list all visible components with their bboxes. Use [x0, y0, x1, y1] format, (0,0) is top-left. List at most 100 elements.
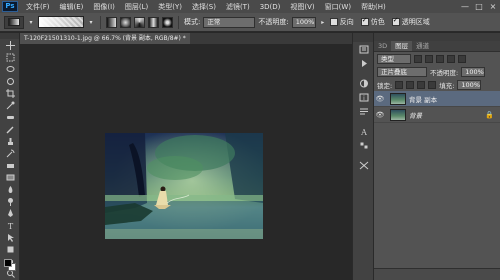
pixel-filter-icon[interactable]: [414, 54, 422, 63]
play-icon: [362, 59, 367, 67]
menu-help[interactable]: 帮助(H): [356, 2, 391, 12]
dodge-tool[interactable]: [0, 195, 20, 207]
paragraph-panel-button[interactable]: [353, 104, 375, 118]
minimize-button[interactable]: —: [458, 1, 472, 13]
fill-label: 填充:: [439, 81, 455, 90]
reverse-option[interactable]: 反向: [329, 17, 354, 27]
type-tool[interactable]: T: [0, 219, 20, 231]
healing-tool[interactable]: [0, 111, 20, 123]
menu-select[interactable]: 选择(S): [187, 2, 221, 12]
crop-tool[interactable]: [0, 87, 20, 99]
layer-row-background[interactable]: 👁 背景 🔒: [374, 107, 500, 123]
gradient-icon: [6, 174, 14, 180]
radial-gradient-button[interactable]: [120, 16, 131, 28]
document-image[interactable]: [105, 133, 263, 239]
foreground-color-swatch[interactable]: [4, 259, 12, 267]
panel-header-bar[interactable]: [374, 33, 500, 41]
fill-input[interactable]: 100%: [457, 79, 482, 90]
blur-icon: [8, 185, 12, 193]
visibility-eye-icon[interactable]: 👁: [374, 95, 386, 103]
maximize-button[interactable]: □: [472, 1, 486, 13]
eyedropper-tool[interactable]: [0, 99, 20, 111]
menu-view[interactable]: 视图(V): [285, 2, 319, 12]
tab-channels[interactable]: 通道: [412, 41, 433, 51]
diamond-gradient-button[interactable]: [162, 16, 173, 28]
smart-filter-icon[interactable]: [458, 54, 466, 63]
shape-filter-icon[interactable]: [447, 54, 455, 63]
crop-icon: [5, 88, 15, 98]
brush-tool[interactable]: [0, 123, 20, 135]
move-icon: [5, 40, 15, 50]
gradient-swatch[interactable]: [38, 16, 84, 28]
character-panel-button[interactable]: A: [353, 124, 375, 138]
actions-panel-button[interactable]: [353, 56, 375, 70]
dither-checkbox[interactable]: [360, 16, 369, 26]
tools-panel-button[interactable]: [353, 158, 375, 172]
quick-select-tool[interactable]: [0, 75, 20, 87]
document-tab[interactable]: T-120F21501310-1.jpg @ 66.7% (背景 副本, RGB…: [20, 33, 190, 44]
menu-filter[interactable]: 滤镜(T): [221, 2, 255, 12]
reverse-checkbox[interactable]: [329, 18, 338, 26]
linear-gradient-button[interactable]: [106, 16, 117, 28]
shape-icon: [7, 246, 13, 252]
opacity-dropdown-icon[interactable]: ▸: [319, 19, 327, 26]
paragraph-icon: [360, 108, 368, 114]
menu-3d[interactable]: 3D(D): [255, 3, 286, 11]
lock-transparency-icon[interactable]: [395, 80, 404, 89]
menu-layer[interactable]: 图层(L): [120, 2, 153, 12]
layer-row-background-copy[interactable]: 👁 背景 副本: [374, 91, 500, 107]
history-brush-tool[interactable]: [0, 147, 20, 159]
transparency-checkbox[interactable]: [391, 16, 400, 26]
layer-opacity-input[interactable]: 100%: [461, 66, 486, 77]
layers-panel-footer: [374, 268, 500, 280]
history-panel-button[interactable]: [353, 42, 375, 56]
gradient-dropdown-icon[interactable]: ▾: [87, 19, 95, 26]
lock-all-icon[interactable]: [428, 80, 437, 89]
type-filter-icon[interactable]: [436, 54, 444, 63]
chevron-down-icon[interactable]: ▾: [27, 19, 35, 26]
adjustment-filter-icon[interactable]: [425, 54, 433, 63]
menu-bar: Ps 文件(F) 编辑(E) 图像(I) 图层(L) 类型(Y) 选择(S) 滤…: [0, 0, 500, 13]
properties-panel-button[interactable]: [353, 138, 375, 152]
tab-3d[interactable]: 3D: [374, 41, 391, 51]
path-select-tool[interactable]: [0, 231, 20, 243]
dither-option[interactable]: 仿色: [360, 16, 385, 27]
blend-row: 正片叠底 不透明度: 100%: [374, 65, 500, 78]
dock-grip[interactable]: [353, 33, 373, 42]
tab-layers[interactable]: 图层: [391, 41, 413, 51]
menu-type[interactable]: 类型(Y): [153, 2, 187, 12]
shape-tool[interactable]: [0, 243, 20, 255]
layer-filter-select[interactable]: 类型: [377, 53, 411, 64]
clone-stamp-tool[interactable]: [0, 135, 20, 147]
opacity-input[interactable]: 100%: [291, 16, 316, 28]
angle-gradient-button[interactable]: [134, 16, 145, 28]
close-button[interactable]: ×: [486, 1, 500, 13]
lasso-tool[interactable]: [0, 63, 20, 75]
layer-thumbnail: [390, 108, 406, 121]
menu-window[interactable]: 窗口(W): [320, 2, 356, 12]
eraser-tool[interactable]: [0, 159, 20, 171]
marquee-tool[interactable]: [0, 51, 20, 63]
blend-mode-select[interactable]: 正片叠底: [377, 66, 427, 77]
info-panel-button[interactable]: i: [353, 90, 375, 104]
menu-image[interactable]: 图像(I): [88, 2, 120, 12]
mode-select[interactable]: 正常: [203, 16, 256, 28]
move-tool[interactable]: [0, 39, 20, 51]
lock-position-icon[interactable]: [417, 80, 426, 89]
menu-file[interactable]: 文件(F): [21, 2, 55, 12]
adjustments-panel-button[interactable]: [353, 76, 375, 90]
canvas-area[interactable]: [20, 44, 352, 280]
tool-preset-picker[interactable]: [4, 15, 24, 29]
lasso-icon: [6, 65, 14, 72]
quick-select-icon: [6, 77, 14, 85]
transparency-option[interactable]: 透明区域: [391, 16, 430, 27]
path-select-icon: [7, 233, 14, 242]
lock-row: 锁定: 填充: 100%: [374, 78, 500, 91]
gradient-tool[interactable]: [0, 171, 20, 183]
lock-pixels-icon[interactable]: [406, 80, 415, 89]
reflected-gradient-button[interactable]: [148, 16, 159, 28]
blur-tool[interactable]: [0, 183, 20, 195]
menu-edit[interactable]: 编辑(E): [55, 2, 89, 12]
visibility-eye-icon[interactable]: 👁: [374, 111, 386, 119]
pen-tool[interactable]: [0, 207, 20, 219]
